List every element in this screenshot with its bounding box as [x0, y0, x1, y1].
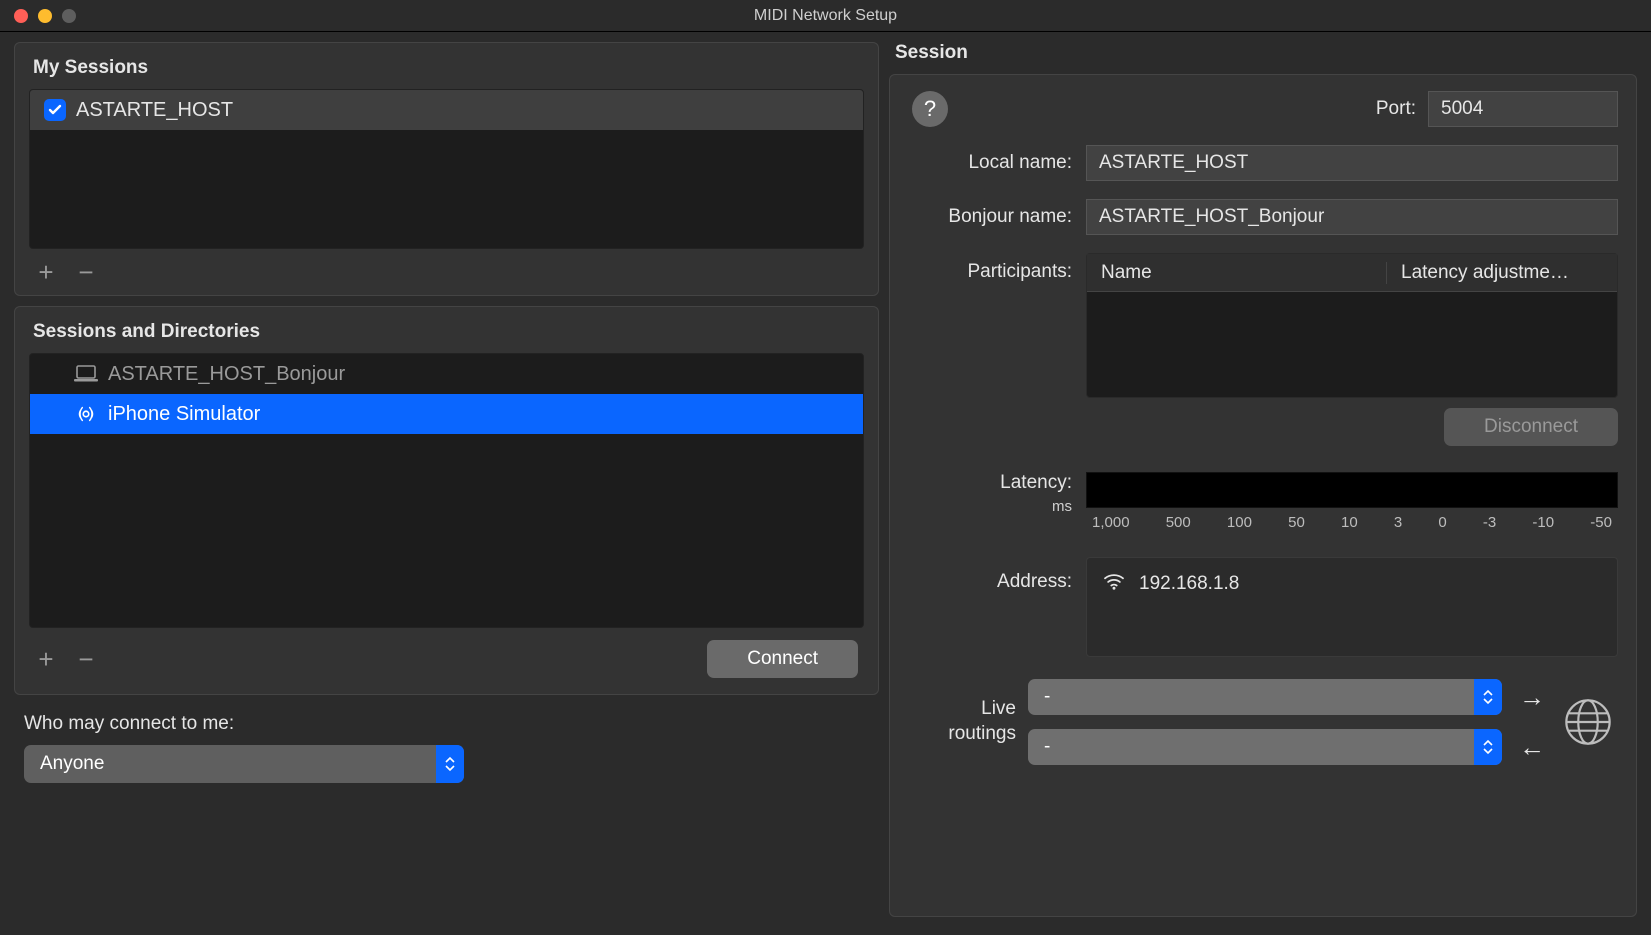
tick: -10: [1532, 514, 1554, 531]
select-stepper-icon: [1474, 679, 1502, 715]
remove-directory-button[interactable]: −: [75, 648, 97, 670]
traffic-lights: [0, 9, 76, 23]
directories-title: Sessions and Directories: [29, 321, 864, 343]
select-stepper-icon: [436, 745, 464, 783]
tick: -3: [1483, 514, 1496, 531]
route-in-row: - ←: [1028, 729, 1546, 765]
tick: 3: [1394, 514, 1402, 531]
tick: -50: [1590, 514, 1612, 531]
right-column: Session ? Port: Local name: Bonjour name…: [889, 42, 1637, 917]
who-select[interactable]: Anyone: [24, 745, 464, 783]
address-label: Address:: [896, 557, 1086, 593]
local-name-row: Local name:: [896, 145, 1618, 181]
route-in-select[interactable]: -: [1028, 729, 1502, 765]
help-button[interactable]: ?: [912, 91, 948, 127]
tick: 500: [1166, 514, 1191, 531]
arrow-right-icon: →: [1518, 682, 1546, 713]
address-box: 192.168.1.8: [1086, 557, 1618, 657]
maximize-icon: [62, 9, 76, 23]
address-line: 192.168.1.8: [1103, 572, 1601, 596]
local-name-input[interactable]: [1086, 145, 1618, 181]
my-sessions-panel: My Sessions ASTARTE_HOST + −: [14, 42, 879, 296]
bonjour-icon: [74, 404, 98, 424]
port-row: ? Port:: [896, 91, 1618, 127]
session-name: ASTARTE_HOST: [76, 99, 233, 122]
participants-col-latency[interactable]: Latency adjustme…: [1387, 262, 1617, 284]
who-value: Anyone: [40, 753, 104, 775]
local-name-label: Local name:: [896, 152, 1086, 174]
address-value: 192.168.1.8: [1139, 573, 1239, 595]
directory-name: ASTARTE_HOST_Bonjour: [108, 363, 345, 386]
content: My Sessions ASTARTE_HOST + − Sessions a: [0, 32, 1651, 935]
remove-session-button[interactable]: −: [75, 261, 97, 283]
route-out-row: - →: [1028, 679, 1546, 715]
my-sessions-title: My Sessions: [29, 57, 864, 79]
bonjour-name-input[interactable]: [1086, 199, 1618, 235]
route-out-select[interactable]: -: [1028, 679, 1502, 715]
session-panel: ? Port: Local name: Bonjour name: Partic…: [889, 74, 1637, 917]
my-sessions-list[interactable]: ASTARTE_HOST: [29, 89, 864, 249]
participants-col-name[interactable]: Name: [1087, 262, 1387, 284]
latency-row: Latency: ms 1,000 500 100 50 10 3 0: [896, 472, 1618, 531]
directories-list[interactable]: ASTARTE_HOST_Bonjour iPhone Simulator: [29, 353, 864, 628]
left-column: My Sessions ASTARTE_HOST + − Sessions a: [14, 42, 879, 917]
close-icon[interactable]: [14, 9, 28, 23]
latency-bar: [1086, 472, 1618, 508]
who-label: Who may connect to me:: [24, 713, 875, 735]
tick: 100: [1227, 514, 1252, 531]
latency-label: Latency:: [896, 472, 1086, 494]
connect-button[interactable]: Connect: [707, 640, 858, 678]
tick: 50: [1288, 514, 1305, 531]
route-in-value: -: [1044, 736, 1050, 758]
directories-panel: Sessions and Directories ASTARTE_HOST_Bo…: [14, 306, 879, 695]
wifi-icon: [1103, 572, 1125, 596]
sessions-toolbar: + −: [29, 249, 864, 285]
tick: 0: [1438, 514, 1446, 531]
routings-col: - → -: [1028, 679, 1546, 765]
tick: 10: [1341, 514, 1358, 531]
globe-icon: [1558, 692, 1618, 752]
disconnect-button[interactable]: Disconnect: [1444, 408, 1618, 446]
route-out-value: -: [1044, 686, 1050, 708]
add-session-button[interactable]: +: [35, 261, 57, 283]
participants-row: Participants: Name Latency adjustme…: [896, 253, 1618, 398]
session-title: Session: [889, 42, 1637, 74]
add-directory-button[interactable]: +: [35, 648, 57, 670]
port-label: Port:: [1376, 98, 1416, 120]
routings-block: Live routings - →: [896, 679, 1618, 765]
participants-table[interactable]: Name Latency adjustme…: [1086, 253, 1618, 398]
participants-header: Name Latency adjustme…: [1087, 254, 1617, 292]
arrow-left-icon: ←: [1518, 732, 1546, 763]
session-checkbox[interactable]: [44, 99, 66, 121]
latency-ticks: 1,000 500 100 50 10 3 0 -3 -10 -50: [1086, 508, 1618, 531]
tick: 1,000: [1092, 514, 1130, 531]
session-row[interactable]: ASTARTE_HOST: [30, 90, 863, 130]
directory-name: iPhone Simulator: [108, 403, 260, 426]
participants-label: Participants:: [896, 253, 1086, 283]
directory-row-selected[interactable]: iPhone Simulator: [30, 394, 863, 434]
titlebar: MIDI Network Setup: [0, 0, 1651, 32]
routings-label: Live routings: [896, 697, 1016, 746]
window-title: MIDI Network Setup: [754, 7, 897, 25]
bonjour-name-row: Bonjour name:: [896, 199, 1618, 235]
latency-unit: ms: [896, 498, 1086, 515]
address-row: Address: 192.168.1.8: [896, 557, 1618, 657]
minimize-icon[interactable]: [38, 9, 52, 23]
directories-toolbar: + − Connect: [29, 628, 864, 680]
laptop-icon: [74, 364, 98, 384]
latency-box: 1,000 500 100 50 10 3 0 -3 -10 -50: [1086, 472, 1618, 531]
disconnect-row: Disconnect: [896, 408, 1618, 446]
who-panel: Who may connect to me: Anyone: [14, 705, 879, 783]
directory-row[interactable]: ASTARTE_HOST_Bonjour: [30, 354, 863, 394]
port-input[interactable]: [1428, 91, 1618, 127]
window: MIDI Network Setup My Sessions ASTARTE_H…: [0, 0, 1651, 935]
select-stepper-icon: [1474, 729, 1502, 765]
bonjour-name-label: Bonjour name:: [896, 206, 1086, 228]
